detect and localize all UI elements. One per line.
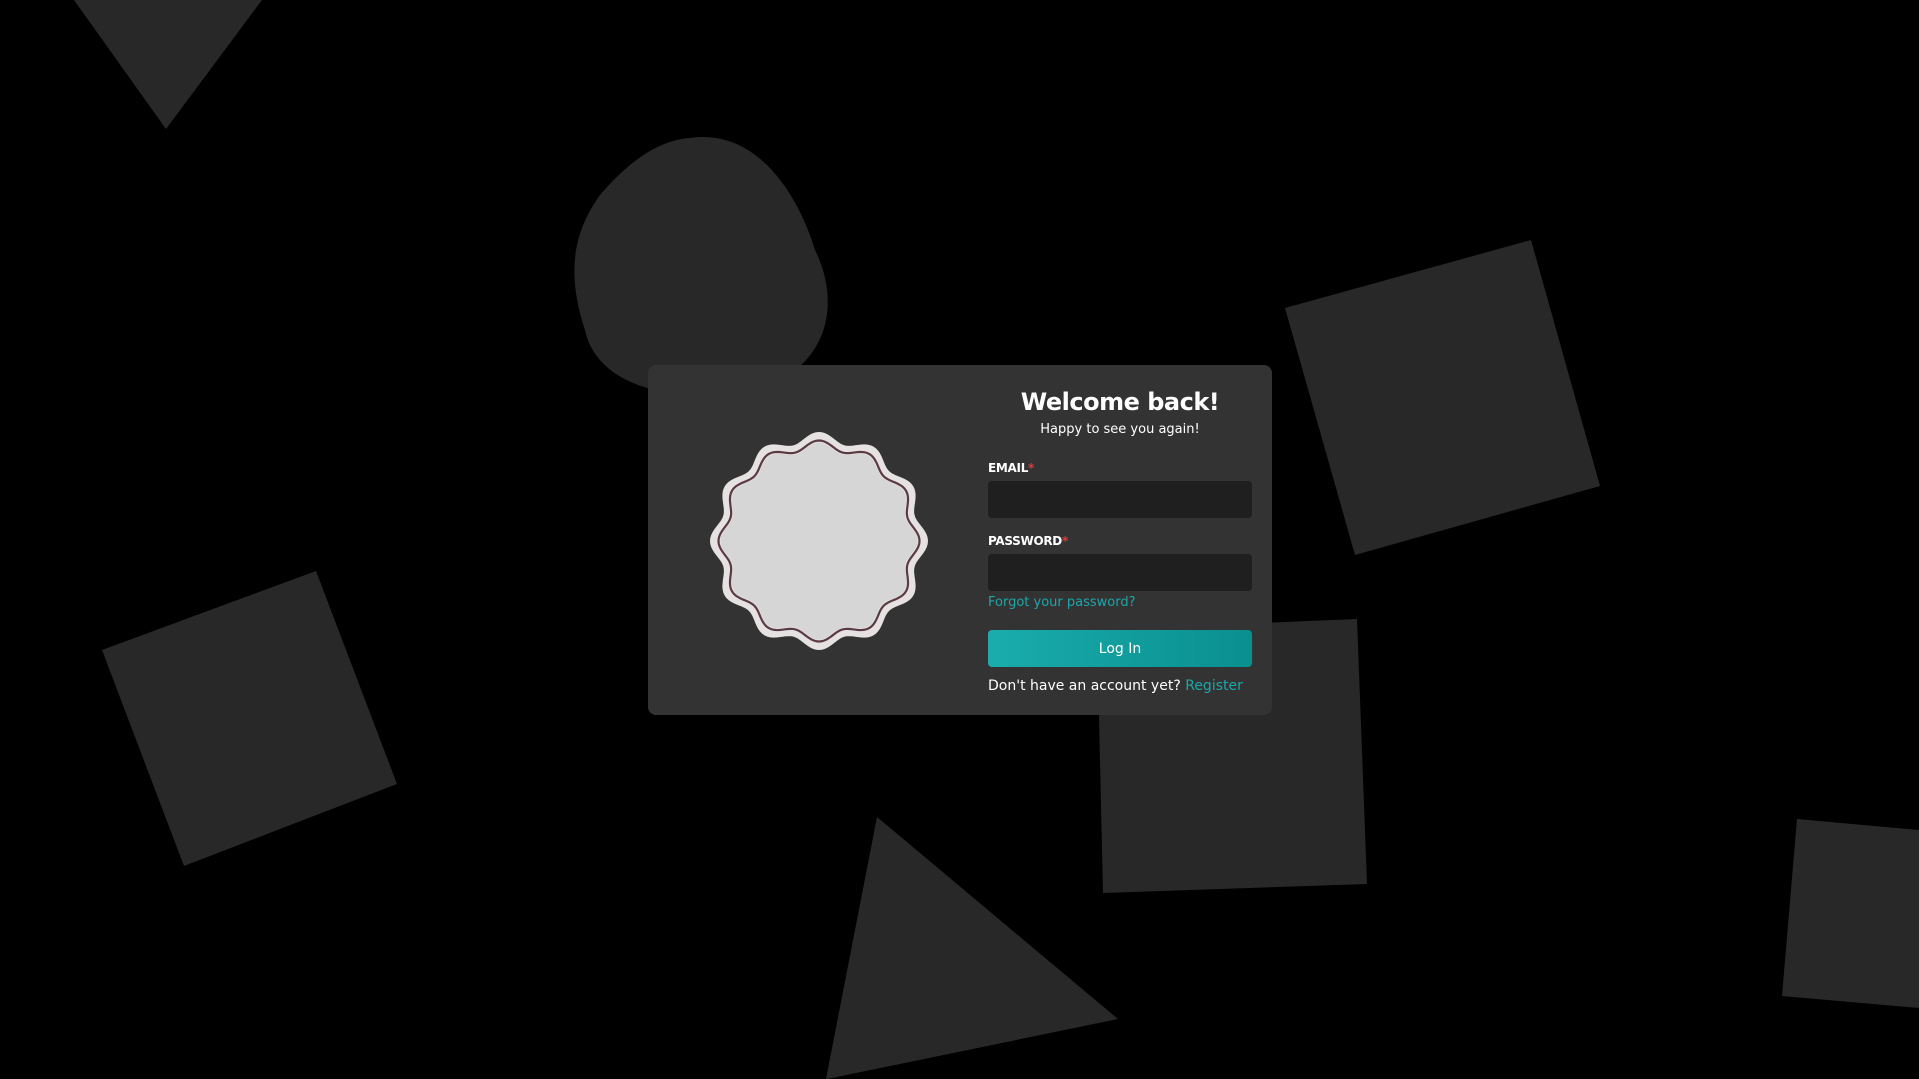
required-marker: * xyxy=(1061,534,1068,548)
bg-square-left xyxy=(102,571,397,866)
no-account-text: Don't have an account yet? xyxy=(988,678,1181,694)
bg-square-top-right xyxy=(1285,240,1600,555)
password-label: PASSWORD* xyxy=(988,533,1252,549)
wavy-seal-icon xyxy=(706,428,932,654)
password-input[interactable] xyxy=(988,554,1252,591)
bg-square-bottom-right xyxy=(1782,819,1919,1008)
page-title: Welcome back! xyxy=(1020,388,1220,416)
password-field-group: PASSWORD* xyxy=(988,533,1252,591)
register-prompt: Don't have an account yet? Register xyxy=(988,677,1252,695)
email-field-group: EMAIL* xyxy=(988,460,1252,518)
register-link[interactable]: Register xyxy=(1185,678,1243,694)
bg-blob xyxy=(574,137,828,396)
forgot-password-link[interactable]: Forgot your password? xyxy=(988,594,1136,612)
required-marker: * xyxy=(1028,461,1035,475)
login-card: Welcome back! Happy to see you again! EM… xyxy=(648,365,1272,715)
login-button[interactable]: Log In xyxy=(988,630,1252,667)
bg-triangle-top-left xyxy=(74,0,262,129)
login-page: Welcome back! Happy to see you again! EM… xyxy=(0,0,1919,1079)
email-label-text: EMAIL xyxy=(988,461,1029,475)
bg-triangle-bottom xyxy=(826,817,1118,1079)
email-label: EMAIL* xyxy=(988,460,1252,476)
login-form: Welcome back! Happy to see you again! EM… xyxy=(988,387,1252,695)
page-subtitle: Happy to see you again! xyxy=(1040,422,1200,437)
email-input[interactable] xyxy=(988,481,1252,518)
password-label-text: PASSWORD xyxy=(988,534,1062,548)
